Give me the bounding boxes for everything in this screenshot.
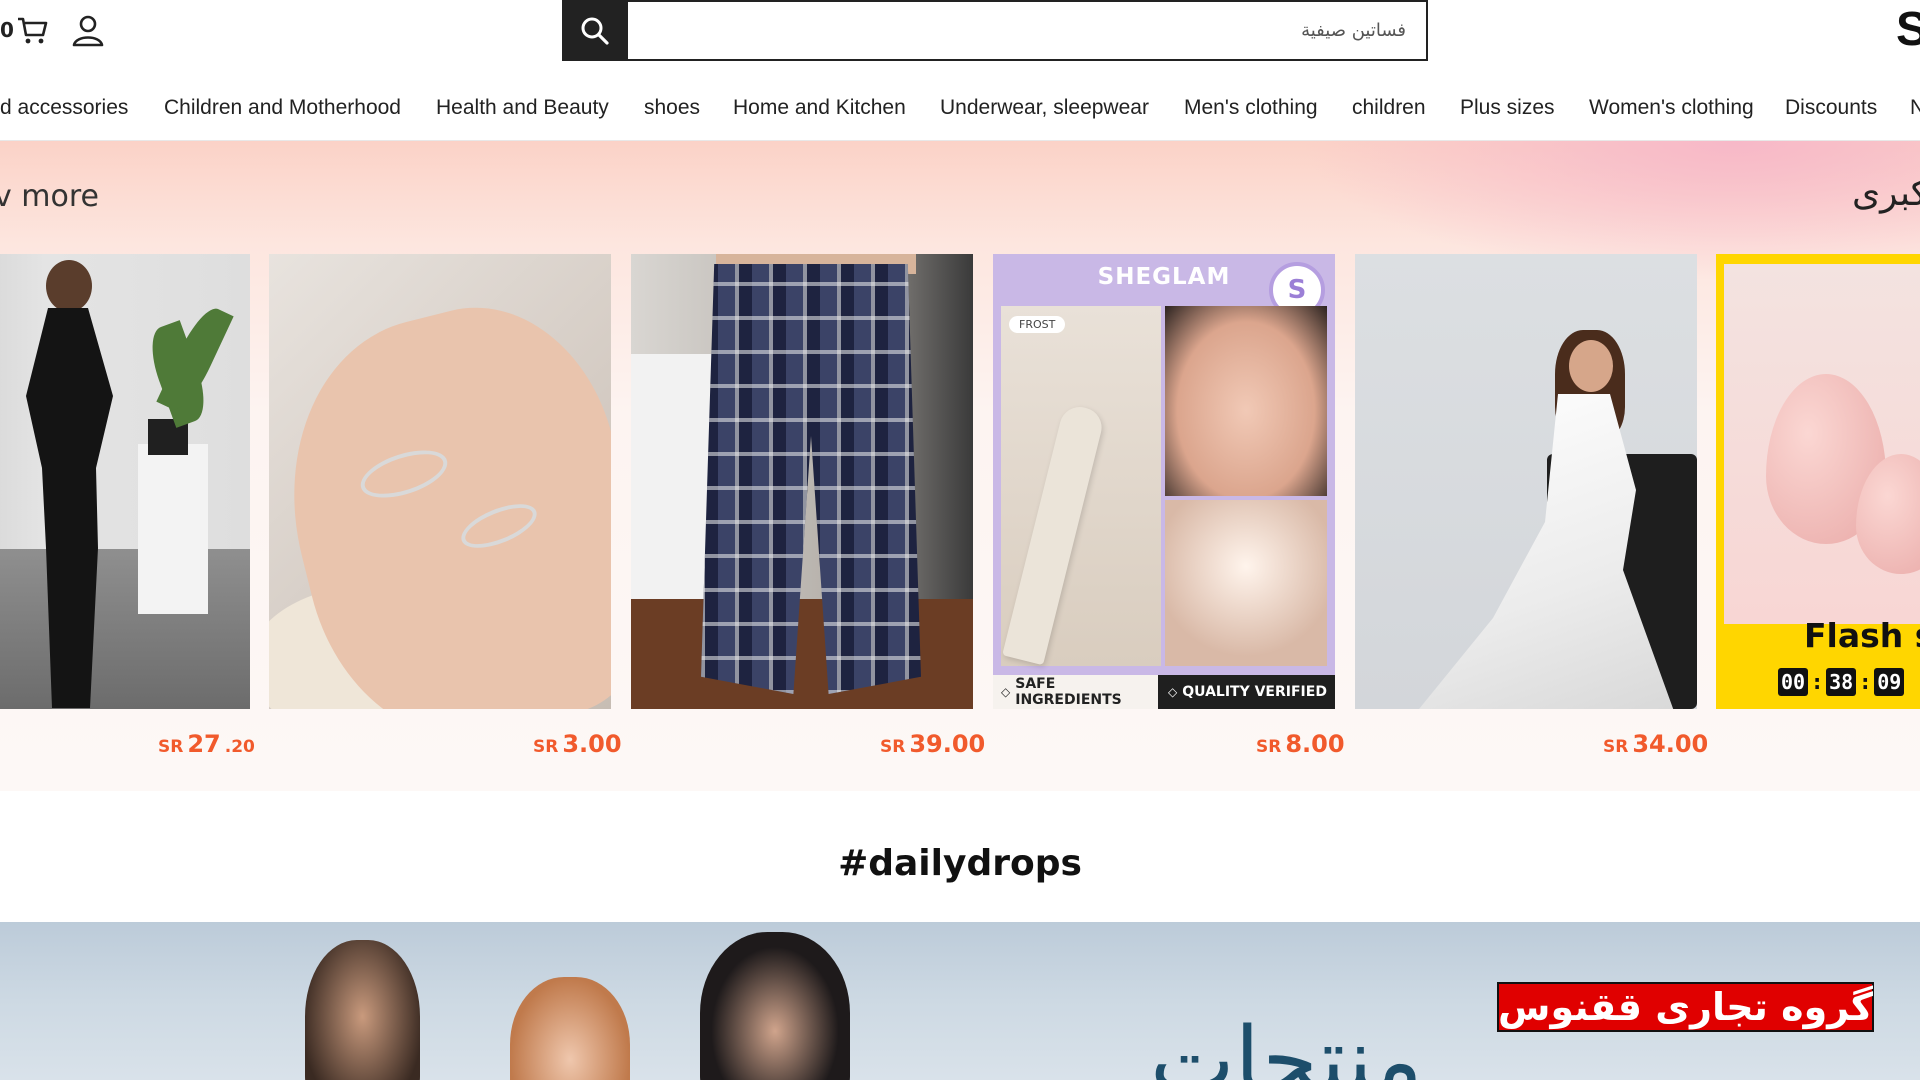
price-currency: SR — [1256, 737, 1282, 757]
price-value: 27 — [187, 730, 221, 758]
view-more-link[interactable]: v more — [0, 179, 99, 214]
price-value: 34.00 — [1632, 730, 1709, 758]
daily-drops-title: #dailydrops — [838, 843, 1082, 884]
cart-button[interactable]: 0 — [0, 8, 50, 52]
nav-item-mens-clothing[interactable]: Men's clothing — [1184, 96, 1318, 120]
nav-item-home-kitchen[interactable]: Home and Kitchen — [733, 96, 906, 120]
top-header: 0 S — [0, 0, 1920, 70]
category-nav: d accessories Children and Motherhood He… — [0, 88, 1920, 130]
product-price: SR 39.00 — [880, 730, 985, 758]
product-card-plaid-pants[interactable] — [631, 254, 973, 709]
nav-item-shoes[interactable]: shoes — [644, 96, 700, 120]
product-price: SR 34.00 — [1603, 730, 1708, 758]
banner-model — [510, 977, 630, 1080]
nav-item-children[interactable]: children — [1352, 96, 1426, 120]
price-decimal: .20 — [224, 737, 255, 757]
quality-verified-badge: ◇ QUALITY VERIFIED — [1158, 675, 1335, 709]
frost-tag: FROST — [1009, 316, 1066, 333]
timer-separator: : — [1813, 670, 1822, 694]
product-price: SR 27.20 — [158, 730, 255, 758]
product-price: SR 8.00 — [1256, 730, 1345, 758]
product-image-stand — [138, 444, 208, 614]
price-value: 8.00 — [1285, 730, 1345, 758]
search-button[interactable] — [562, 0, 628, 61]
nav-item-children-motherhood[interactable]: Children and Motherhood — [164, 96, 401, 120]
nav-item-plus-sizes[interactable]: Plus sizes — [1460, 96, 1555, 120]
price-currency: SR — [1603, 737, 1629, 757]
price-currency: SR — [158, 737, 184, 757]
shield-icon: ◇ — [1001, 685, 1011, 699]
product-card-sheglam[interactable]: SHEGLAM S FROST ◇ SAFE INGREDIENTS ◇ QUALI… — [993, 254, 1335, 709]
model-head — [1569, 340, 1613, 392]
nav-item-cut-off[interactable]: N — [1910, 96, 1920, 120]
price-currency: SR — [533, 737, 559, 757]
product-image-floor — [0, 549, 250, 709]
cart-icon — [17, 17, 48, 44]
nav-item-health-beauty[interactable]: Health and Beauty — [436, 96, 609, 120]
diamond-icon: ◇ — [1168, 685, 1178, 699]
account-button[interactable] — [70, 12, 106, 52]
nav-item-underwear[interactable]: Underwear, sleepwear — [940, 96, 1149, 120]
product-card-black-dress[interactable] — [0, 254, 250, 709]
badge-right-text: QUALITY VERIFIED — [1182, 684, 1327, 700]
promo-title: كبرى — [1851, 173, 1920, 214]
search-field[interactable] — [628, 0, 1428, 61]
search-input[interactable] — [628, 2, 1426, 59]
nav-item-accessories[interactable]: d accessories — [0, 96, 128, 120]
model-head — [46, 260, 92, 312]
product-image-swatch — [1165, 500, 1327, 666]
nav-item-discounts[interactable]: Discounts — [1785, 96, 1877, 120]
product-price: SR 3.00 — [533, 730, 622, 758]
user-icon — [72, 15, 104, 47]
search-icon — [581, 17, 609, 45]
brand-logo[interactable]: S — [1896, 6, 1920, 54]
banner-text: منتجات — [1150, 1008, 1423, 1080]
product-card-white-dress[interactable] — [1355, 254, 1697, 709]
badge-left-text: SAFE INGREDIENTS — [1015, 676, 1122, 708]
banner-model — [700, 932, 850, 1080]
nav-item-womens-clothing[interactable]: Women's clothing — [1589, 96, 1754, 120]
price-value: 3.00 — [562, 730, 622, 758]
price-currency: SR — [880, 737, 906, 757]
timer-seconds: 09 — [1874, 668, 1905, 696]
watermark-label: گروه تجاری ققنوس — [1497, 982, 1874, 1032]
timer-hours: 00 — [1778, 668, 1809, 696]
timer-minutes: 38 — [1826, 668, 1857, 696]
price-value: 39.00 — [909, 730, 986, 758]
product-image-floor — [631, 599, 973, 709]
cart-count: 0 — [0, 18, 14, 42]
flash-sale-card[interactable]: Flash sa 00 : 38 : 09 — [1716, 254, 1920, 709]
product-image-face — [1165, 306, 1327, 496]
countdown-timer: 00 : 38 : 09 — [1778, 668, 1905, 696]
banner-model — [305, 940, 420, 1080]
product-card-bow-rings[interactable] — [269, 254, 611, 709]
flash-sale-label: Flash sa — [1804, 616, 1920, 655]
safe-ingredients-badge: ◇ SAFE INGREDIENTS — [993, 675, 1158, 709]
timer-separator: : — [1861, 670, 1870, 694]
